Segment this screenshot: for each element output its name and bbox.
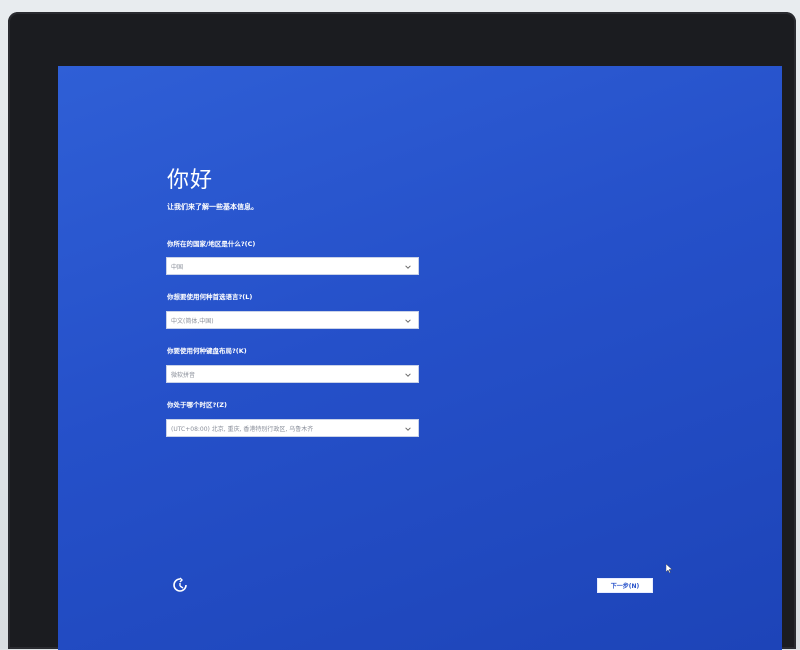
- keyboard-value: 微软拼音: [171, 372, 196, 379]
- timezone-value: (UTC+08:00) 北京, 重庆, 香港特别行政区, 乌鲁木齐: [171, 426, 314, 433]
- page-subtitle: 让我们来了解一些基本信息。: [167, 203, 258, 211]
- setup-screen: 你好 让我们来了解一些基本信息。 你所在的国家/地区是什么?(C) 中国 你想要…: [58, 66, 782, 650]
- chevron-down-icon: [405, 319, 411, 323]
- language-select[interactable]: 中文(简体,中国): [166, 311, 419, 329]
- chevron-down-icon: [405, 427, 411, 431]
- ease-of-access-icon[interactable]: [172, 577, 188, 593]
- country-label: 你所在的国家/地区是什么?(C): [167, 240, 256, 248]
- keyboard-select[interactable]: 微软拼音: [166, 365, 419, 383]
- language-value: 中文(简体,中国): [171, 318, 214, 325]
- language-label: 你想要使用何种首选语言?(L): [167, 293, 253, 301]
- timezone-label: 你处于哪个时区?(Z): [167, 401, 227, 409]
- country-value: 中国: [171, 264, 184, 271]
- monitor-bezel: 你好 让我们来了解一些基本信息。 你所在的国家/地区是什么?(C) 中国 你想要…: [8, 12, 796, 650]
- chevron-down-icon: [405, 373, 411, 377]
- keyboard-label: 你要使用何种键盘布局?(K): [167, 347, 247, 355]
- mouse-cursor-icon: [666, 564, 672, 573]
- page-title: 你好: [167, 168, 214, 193]
- next-button[interactable]: 下一步(N): [597, 578, 653, 593]
- chevron-down-icon: [405, 265, 411, 269]
- timezone-select[interactable]: (UTC+08:00) 北京, 重庆, 香港特别行政区, 乌鲁木齐: [166, 419, 419, 437]
- country-select[interactable]: 中国: [166, 257, 419, 275]
